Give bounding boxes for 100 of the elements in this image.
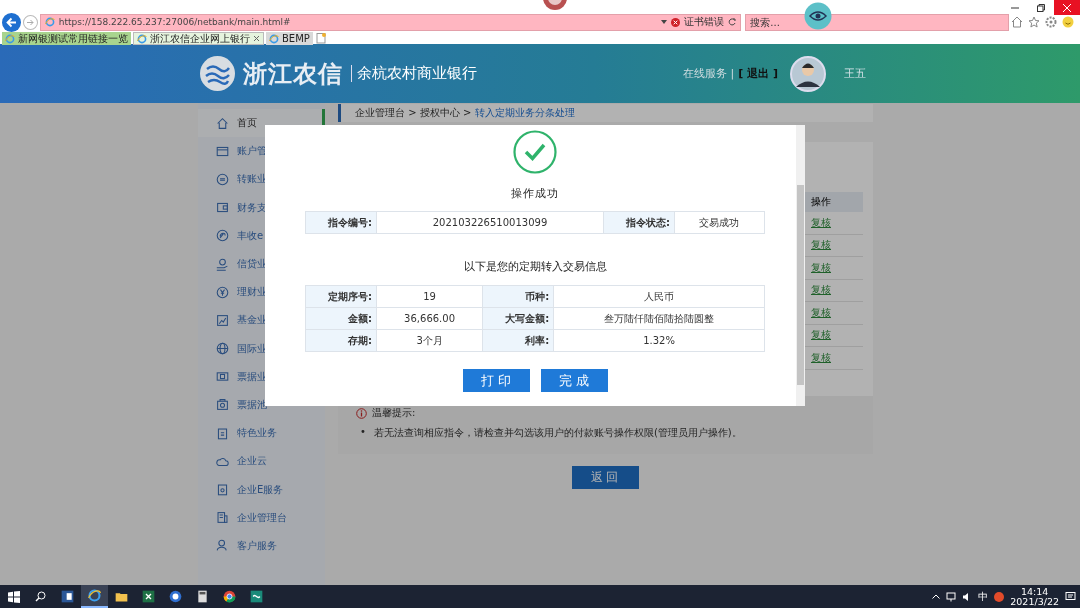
ime-indicator[interactable]: 中 [978, 589, 989, 604]
refresh-icon[interactable] [728, 18, 737, 26]
sidebar-item[interactable]: 客户服务 [198, 531, 325, 560]
field-label: 指令状态: [603, 211, 675, 234]
close-icon [1063, 3, 1071, 12]
dialog-button[interactable]: 打 印 [462, 369, 530, 392]
user-icon [216, 539, 229, 553]
transfer-icon [216, 172, 229, 186]
calculator-icon [195, 589, 210, 604]
breadcrumb-link[interactable]: 转入定期业务分条处理 [475, 106, 576, 120]
home-icon[interactable] [1011, 16, 1023, 28]
pool-icon [216, 398, 229, 412]
address-bar[interactable]: https://158.222.65.237:27006/netbank/main.html# 证书错误 [39, 13, 742, 31]
field-value: 19 [376, 285, 483, 308]
field-value: 人民币 [553, 285, 765, 308]
home-icon [216, 116, 229, 130]
search-field[interactable]: 搜索... [745, 13, 1009, 31]
sidebar-item[interactable]: 账户管 [198, 137, 325, 166]
word-icon [60, 589, 75, 604]
windows-icon [7, 590, 20, 603]
logo-text: 浙江农信 [243, 58, 343, 90]
avatar-icon [790, 55, 826, 92]
dropdown-icon[interactable] [661, 20, 668, 24]
certificate-error[interactable]: 证书错误 [684, 15, 725, 29]
logout-link[interactable]: [ 退出 ] [738, 66, 778, 81]
wallet-icon [216, 201, 229, 215]
status-title: 操作成功 [511, 186, 559, 201]
field-label: 币种: [482, 285, 554, 308]
chevron-up-icon[interactable] [932, 594, 941, 599]
review-link[interactable]: 复核 [811, 305, 831, 320]
eye-icon[interactable] [804, 2, 832, 30]
back-button[interactable] [2, 12, 21, 32]
spreadsheet-icon [141, 589, 156, 604]
building-icon [216, 511, 229, 525]
sidebar-item[interactable]: 企业云 [198, 447, 325, 476]
error-icon [671, 17, 681, 27]
page-icon [137, 33, 147, 44]
review-link[interactable]: 复核 [811, 328, 831, 343]
scrollbar[interactable] [796, 125, 805, 406]
info-icon [356, 407, 367, 419]
review-link[interactable]: 复核 [811, 260, 831, 275]
review-link[interactable]: 复核 [811, 283, 831, 298]
field-value: 202103226510013099 [376, 211, 604, 234]
bullet: • [360, 426, 366, 439]
sidebar-item[interactable]: 企业管理台 [198, 503, 325, 532]
review-link[interactable]: 复核 [811, 238, 831, 253]
service-icon [216, 483, 229, 497]
smiley-icon[interactable] [1062, 16, 1074, 28]
star-icon[interactable] [1028, 16, 1040, 28]
network-icon[interactable] [946, 591, 957, 602]
browser-tab[interactable]: BEMP [266, 32, 313, 45]
breadcrumb-path: 企业管理台 > 授权中心 > [355, 106, 472, 120]
success-check-icon [513, 130, 557, 174]
close-button[interactable] [1054, 0, 1080, 15]
browser-icon [87, 588, 102, 603]
clock[interactable]: 14:14 2021/3/22 [1010, 586, 1059, 607]
restore-icon [1037, 3, 1045, 12]
yen-icon [216, 285, 229, 299]
field-value: 叁万陆仟陆佰陆拾陆圆整 [553, 307, 765, 330]
url-text: https://158.222.65.237:27006/netbank/main.html# [58, 17, 292, 27]
tip-title: 温馨提示: [372, 406, 416, 420]
new-tab-icon[interactable] [314, 32, 327, 44]
forward-arrow-icon [25, 17, 35, 27]
app-icon [249, 589, 264, 604]
user-name: 王五 [844, 66, 866, 81]
field-value: 1.32% [553, 329, 765, 352]
browser-tab[interactable]: 浙江农信企业网上银行 [133, 32, 264, 45]
clipboard-icon [216, 426, 229, 440]
column-header: 操作 [807, 192, 863, 212]
field-label: 定期序号: [305, 285, 377, 308]
search-icon [35, 591, 46, 602]
globe-icon [168, 589, 183, 604]
online-service-link[interactable]: 在线服务 | [683, 66, 735, 81]
close-icon[interactable] [253, 35, 260, 42]
field-label: 金额: [305, 307, 377, 330]
logo-icon [200, 56, 235, 91]
page-icon [5, 33, 15, 44]
section-title: 以下是您的定期转入交易信息 [463, 259, 607, 274]
app-tray-icon[interactable] [994, 591, 1005, 602]
review-link[interactable]: 复核 [811, 350, 831, 365]
bank-name: 余杭农村商业银行 [351, 65, 477, 82]
review-link[interactable]: 复核 [811, 215, 831, 230]
notification-icon[interactable] [1065, 591, 1076, 602]
sidebar-item[interactable]: 特色业务 [198, 419, 325, 448]
ticket-icon [216, 370, 229, 384]
settings-icon[interactable] [1045, 16, 1057, 28]
dialog-button[interactable]: 完 成 [540, 369, 608, 392]
back-button[interactable]: 返回 [572, 466, 639, 489]
page-icon [44, 17, 55, 27]
loan-icon [216, 257, 229, 271]
tip-text: 若无法查询相应指令，请检查并勾选该用户的付款账号操作权限(管理员用户操作)。 [373, 426, 742, 440]
field-value: 交易成功 [674, 211, 765, 234]
card-icon [216, 144, 229, 158]
e-icon [216, 229, 229, 243]
field-value: 36,666.00 [376, 307, 483, 330]
field-value: 3个月 [376, 329, 483, 352]
sidebar-item[interactable]: 企业E服务 [198, 475, 325, 504]
globe-icon [216, 342, 229, 356]
browser-tab[interactable]: 新网银测试常用链接一览 [2, 32, 131, 45]
chrome-icon [222, 589, 237, 604]
